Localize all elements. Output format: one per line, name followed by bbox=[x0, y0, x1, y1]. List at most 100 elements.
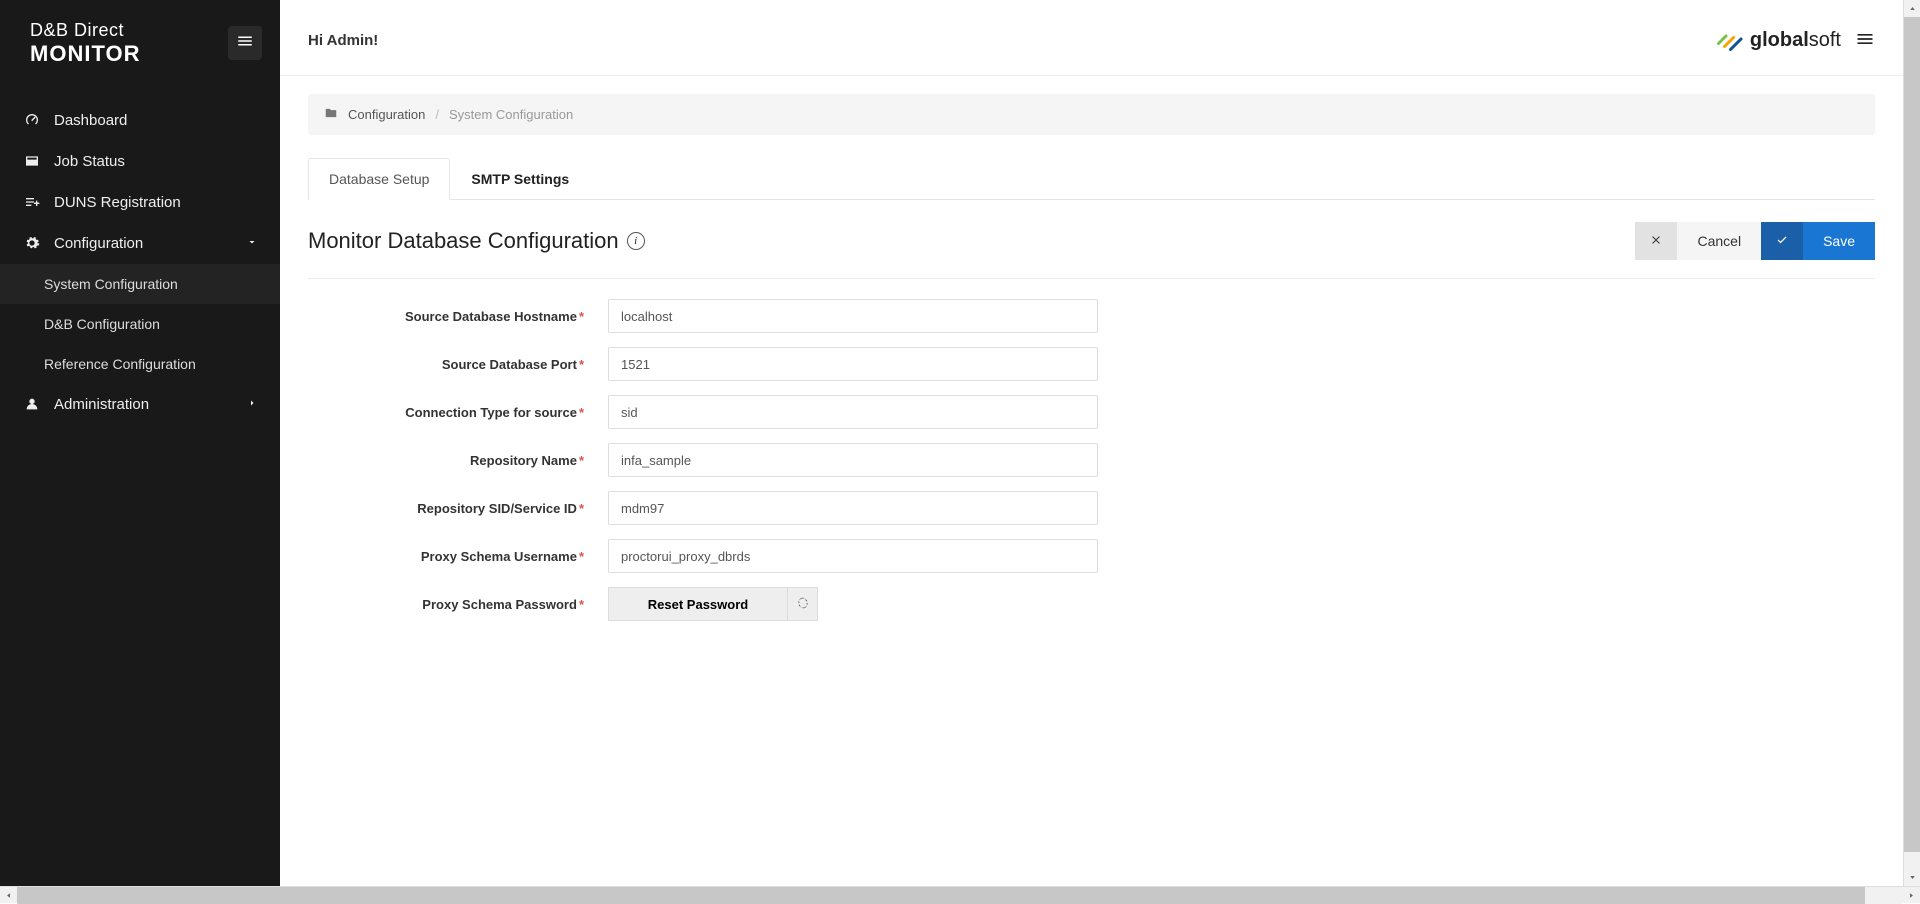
info-icon[interactable]: i bbox=[627, 232, 645, 250]
topbar-menu-button[interactable] bbox=[1855, 29, 1875, 52]
nav-label: Administration bbox=[54, 396, 149, 413]
list-plus-icon bbox=[22, 194, 42, 210]
tab-label: Database Setup bbox=[329, 171, 429, 187]
nav-duns-registration[interactable]: DUNS Registration bbox=[0, 182, 280, 223]
gear-icon bbox=[22, 235, 42, 251]
chevron-right-icon bbox=[246, 396, 258, 413]
field-label: Source Database Hostname* bbox=[308, 309, 608, 324]
subnav-dnb-configuration[interactable]: D&B Configuration bbox=[0, 304, 280, 344]
field-repository-name: Repository Name* bbox=[308, 443, 1875, 477]
tab-database-setup[interactable]: Database Setup bbox=[308, 158, 450, 200]
field-label: Repository SID/Service ID* bbox=[308, 501, 608, 516]
check-icon bbox=[1776, 233, 1788, 249]
chevron-down-icon bbox=[246, 235, 258, 252]
proxy-username-input[interactable] bbox=[608, 539, 1098, 573]
breadcrumb: Configuration / System Configuration bbox=[308, 94, 1875, 135]
field-label: Proxy Schema Username* bbox=[308, 549, 608, 564]
scroll-down-icon[interactable] bbox=[1904, 869, 1920, 886]
action-buttons: Cancel Save bbox=[1635, 222, 1875, 260]
source-hostname-input[interactable] bbox=[608, 299, 1098, 333]
card-icon bbox=[22, 153, 42, 169]
nav-label: Dashboard bbox=[54, 112, 127, 129]
field-label: Source Database Port* bbox=[308, 357, 608, 372]
field-source-hostname: Source Database Hostname* bbox=[308, 299, 1875, 333]
section-title: Monitor Database Configuration i bbox=[308, 228, 645, 254]
nav-job-status[interactable]: Job Status bbox=[0, 141, 280, 182]
hamburger-icon bbox=[236, 32, 254, 53]
nav-administration[interactable]: Administration bbox=[0, 384, 280, 425]
scroll-track[interactable] bbox=[17, 887, 1903, 904]
reset-password-group: Reset Password bbox=[608, 587, 818, 621]
user-icon bbox=[22, 396, 42, 412]
field-connection-type: Connection Type for source* bbox=[308, 395, 1875, 429]
subnav-label: D&B Configuration bbox=[44, 316, 160, 332]
nav-label: Configuration bbox=[54, 235, 143, 252]
nav: Dashboard Job Status DUNS Registration C… bbox=[0, 100, 280, 425]
refresh-icon bbox=[796, 596, 810, 613]
cancel-label: Cancel bbox=[1697, 233, 1741, 249]
close-icon bbox=[1650, 233, 1662, 249]
repository-sid-input[interactable] bbox=[608, 491, 1098, 525]
save-button[interactable]: Save bbox=[1803, 222, 1875, 260]
field-proxy-password: Proxy Schema Password* Reset Password bbox=[308, 587, 1875, 621]
folder-icon bbox=[324, 106, 338, 123]
brand-line1: D&B Direct bbox=[30, 20, 140, 41]
topbar: Hi Admin! globalsoft bbox=[280, 0, 1903, 76]
confirm-button[interactable] bbox=[1761, 222, 1803, 260]
close-button[interactable] bbox=[1635, 222, 1677, 260]
refresh-button[interactable] bbox=[788, 587, 818, 621]
topbar-right: globalsoft bbox=[1714, 24, 1875, 57]
nav-configuration[interactable]: Configuration bbox=[0, 223, 280, 264]
company-logo-text: globalsoft bbox=[1750, 29, 1841, 52]
sidebar: D&B Direct MONITOR Dashboard Job Sta bbox=[0, 0, 280, 886]
subnav-label: Reference Configuration bbox=[44, 356, 196, 372]
scroll-track[interactable] bbox=[1904, 17, 1920, 869]
nav-label: DUNS Registration bbox=[54, 194, 181, 211]
save-label: Save bbox=[1823, 233, 1855, 249]
nav-label: Job Status bbox=[54, 153, 125, 170]
source-port-input[interactable] bbox=[608, 347, 1098, 381]
field-proxy-username: Proxy Schema Username* bbox=[308, 539, 1875, 573]
subnav-system-configuration[interactable]: System Configuration bbox=[0, 264, 280, 304]
config-subnav: System Configuration D&B Configuration R… bbox=[0, 264, 280, 384]
scroll-thumb[interactable] bbox=[1904, 17, 1920, 852]
scroll-thumb[interactable] bbox=[17, 887, 1865, 904]
company-logo-icon bbox=[1714, 24, 1744, 57]
breadcrumb-separator: / bbox=[435, 107, 439, 122]
sidebar-toggle-button[interactable] bbox=[228, 26, 262, 60]
tab-label: SMTP Settings bbox=[471, 171, 569, 187]
main: Hi Admin! globalsoft bbox=[280, 0, 1903, 886]
vertical-scrollbar[interactable] bbox=[1903, 0, 1920, 886]
content: Configuration / System Configuration Dat… bbox=[280, 76, 1903, 886]
breadcrumb-root[interactable]: Configuration bbox=[348, 107, 425, 122]
scroll-up-icon[interactable] bbox=[1904, 0, 1920, 17]
reset-password-button[interactable]: Reset Password bbox=[608, 587, 788, 621]
cancel-button[interactable]: Cancel bbox=[1677, 222, 1761, 260]
scroll-left-icon[interactable] bbox=[0, 887, 17, 904]
gauge-icon bbox=[22, 112, 42, 128]
nav-dashboard[interactable]: Dashboard bbox=[0, 100, 280, 141]
scroll-right-icon[interactable] bbox=[1903, 887, 1920, 904]
subnav-label: System Configuration bbox=[44, 276, 178, 292]
reset-password-label: Reset Password bbox=[648, 597, 748, 612]
company-logo: globalsoft bbox=[1714, 24, 1841, 57]
repository-name-input[interactable] bbox=[608, 443, 1098, 477]
brand: D&B Direct MONITOR bbox=[30, 20, 140, 66]
form: Source Database Hostname* Source Databas… bbox=[308, 299, 1875, 621]
field-repository-sid: Repository SID/Service ID* bbox=[308, 491, 1875, 525]
tab-smtp-settings[interactable]: SMTP Settings bbox=[450, 158, 590, 200]
connection-type-input[interactable] bbox=[608, 395, 1098, 429]
horizontal-scrollbar[interactable] bbox=[0, 886, 1920, 903]
breadcrumb-current: System Configuration bbox=[449, 107, 573, 122]
sidebar-header: D&B Direct MONITOR bbox=[0, 0, 280, 90]
section-title-text: Monitor Database Configuration bbox=[308, 228, 619, 254]
field-label: Connection Type for source* bbox=[308, 405, 608, 420]
section-header: Monitor Database Configuration i Cancel bbox=[308, 222, 1875, 279]
greeting: Hi Admin! bbox=[308, 32, 378, 49]
field-label: Proxy Schema Password* bbox=[308, 597, 608, 612]
field-label: Repository Name* bbox=[308, 453, 608, 468]
tabs: Database Setup SMTP Settings bbox=[308, 157, 1875, 200]
field-source-port: Source Database Port* bbox=[308, 347, 1875, 381]
brand-line2: MONITOR bbox=[30, 41, 140, 66]
subnav-reference-configuration[interactable]: Reference Configuration bbox=[0, 344, 280, 384]
